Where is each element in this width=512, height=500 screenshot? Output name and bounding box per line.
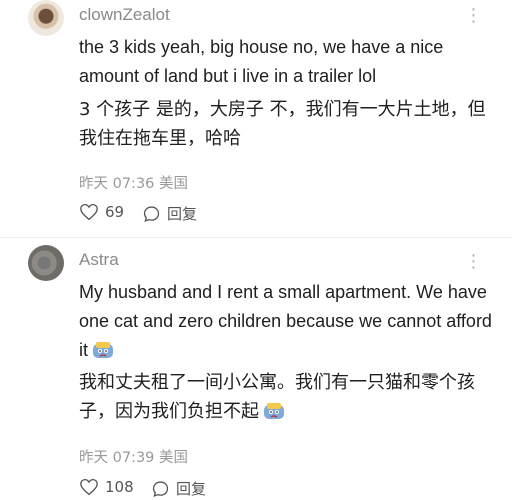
sad-money-emoji-icon xyxy=(263,400,285,429)
comment-meta: 昨天 07:39 美国 xyxy=(79,446,188,467)
comment-text-body: My husband and I rent a small apartment.… xyxy=(79,282,492,360)
reply-button[interactable]: 回复 xyxy=(151,478,206,499)
comment-translation: 我和丈夫租了一间小公寓。我们有一只猫和零个孩子，因为我们负担不起 xyxy=(79,368,499,429)
reply-label: 回复 xyxy=(176,480,207,498)
comment-time: 昨天 07:39 xyxy=(79,450,155,466)
more-dots-icon[interactable]: ⋮ xyxy=(462,253,486,271)
comment-text: My husband and I rent a small apartment.… xyxy=(79,278,499,368)
comment-bubble-icon xyxy=(151,480,170,498)
comment-location: 美国 xyxy=(159,450,189,466)
avatar[interactable] xyxy=(28,245,64,281)
like-button[interactable]: 108 xyxy=(79,478,134,496)
heart-icon xyxy=(79,478,99,496)
sad-money-emoji-icon xyxy=(92,339,114,368)
username[interactable]: Astra xyxy=(79,250,119,270)
comment: Astra ⋮ My husband and I rent a small ap… xyxy=(0,0,512,500)
like-count: 108 xyxy=(105,478,134,496)
